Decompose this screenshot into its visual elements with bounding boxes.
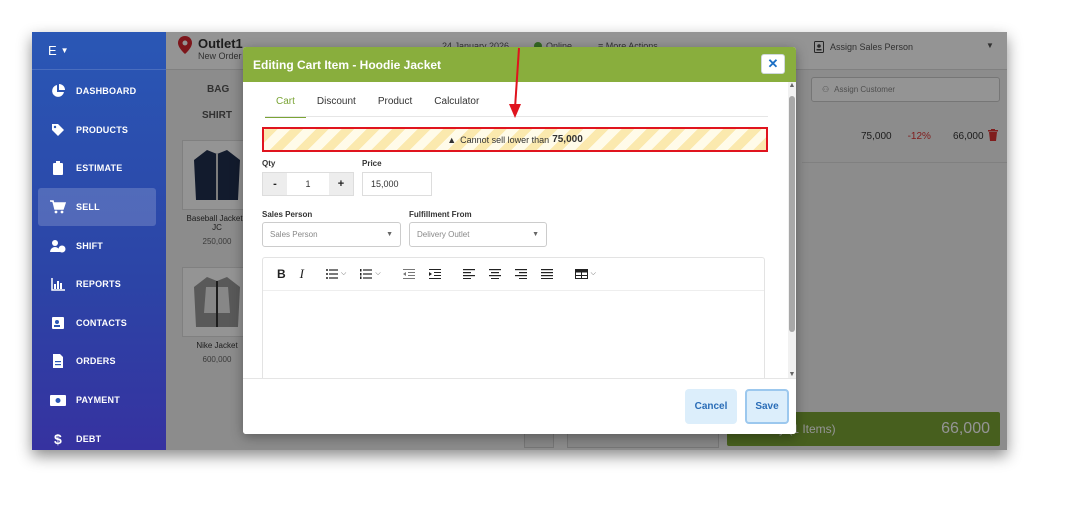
sales-person-placeholder: Sales Person xyxy=(270,230,318,239)
outdent-icon[interactable] xyxy=(402,269,415,279)
price-warning-banner: ▲ Cannot sell lower than 75,000 xyxy=(262,127,768,152)
tab-cart[interactable]: Cart xyxy=(265,92,306,118)
caret-down-icon: ▼ xyxy=(532,231,539,238)
sidebar-item-label: DASHBOARD xyxy=(76,86,137,97)
caret-down-icon: ▼ xyxy=(60,46,69,55)
sidebar-item-contacts[interactable]: CONTACTS xyxy=(32,304,166,343)
scrollbar-thumb[interactable] xyxy=(789,96,795,332)
fulfillment-select[interactable]: Delivery Outlet ▼ xyxy=(409,222,547,247)
tab-divider xyxy=(265,116,768,117)
caret-down-icon: ▼ xyxy=(386,231,393,238)
align-justify-icon[interactable] xyxy=(540,269,553,279)
price-input[interactable]: 15,000 xyxy=(362,172,432,196)
chevron-down-icon: ⌵ xyxy=(375,270,381,277)
bar-chart-icon xyxy=(50,276,66,292)
scroll-up-icon[interactable]: ▲ xyxy=(788,82,796,89)
editor-toolbar: B I ⌵ ⌵ ⌵ xyxy=(263,258,764,291)
chevron-down-icon: ⌵ xyxy=(590,270,596,277)
sidebar-item-reports[interactable]: REPORTS xyxy=(32,265,166,304)
close-button[interactable]: ✕ xyxy=(761,54,785,74)
file-icon xyxy=(50,353,66,369)
sidebar-item-payment[interactable]: PAYMENT xyxy=(32,381,166,420)
quantity-input[interactable]: 1 xyxy=(287,173,329,195)
align-left-icon[interactable] xyxy=(462,269,475,279)
pie-chart-icon xyxy=(50,83,66,99)
sidebar-item-label: CONTACTS xyxy=(76,317,127,328)
save-button[interactable]: Save xyxy=(745,389,789,424)
chevron-down-icon: ⌵ xyxy=(341,270,347,277)
cancel-button[interactable]: Cancel xyxy=(685,389,737,424)
brand-label: E xyxy=(48,43,57,58)
brand-menu[interactable]: E ▼ xyxy=(32,32,166,70)
tab-calculator[interactable]: Calculator xyxy=(423,92,490,118)
sidebar-item-label: PAYMENT xyxy=(76,395,120,406)
price-label: Price xyxy=(362,159,382,168)
sidebar-item-label: REPORTS xyxy=(76,279,121,290)
sales-person-select[interactable]: Sales Person ▼ xyxy=(262,222,401,247)
dollar-icon: $ xyxy=(54,430,62,447)
sidebar-item-debt[interactable]: $ DEBT xyxy=(32,419,166,450)
numbered-list-icon[interactable]: ⌵ xyxy=(360,269,381,279)
cart-icon xyxy=(50,199,66,215)
sidebar-item-shift[interactable]: SHIFT xyxy=(32,226,166,265)
tab-discount[interactable]: Discount xyxy=(306,92,367,118)
sidebar-item-sell[interactable]: SELL xyxy=(38,187,156,227)
close-icon: ✕ xyxy=(767,56,779,71)
sidebar-item-products[interactable]: PRODUCTS xyxy=(32,111,166,150)
sidebar-item-label: SELL xyxy=(76,202,100,213)
align-center-icon[interactable] xyxy=(488,269,501,279)
sidebar-item-label: PRODUCTS xyxy=(76,124,129,135)
sidebar-item-estimate[interactable]: ESTIMATE xyxy=(32,149,166,188)
sidebar-item-label: ESTIMATE xyxy=(76,163,123,174)
app-screenshot: E ▼ DASHBOARD PRODUCTS ESTIMATE SELL SHI… xyxy=(32,32,1007,450)
sidebar-item-orders[interactable]: ORDERS xyxy=(32,342,166,381)
align-right-icon[interactable] xyxy=(514,269,527,279)
sidebar-item-label: DEBT xyxy=(76,433,102,444)
sidebar-item-label: ORDERS xyxy=(76,356,116,367)
warning-text: Cannot sell lower than xyxy=(460,134,550,145)
address-card-icon xyxy=(50,315,66,331)
tab-bar: Cart Discount Product Calculator xyxy=(265,92,490,118)
fulfillment-label: Fulfillment From xyxy=(409,210,472,219)
rich-text-editor[interactable]: B I ⌵ ⌵ ⌵ xyxy=(262,257,765,378)
sidebar-item-dashboard[interactable]: DASHBOARD xyxy=(32,72,166,111)
bold-icon[interactable]: B xyxy=(277,267,286,281)
money-icon xyxy=(50,392,66,408)
qty-label: Qty xyxy=(262,159,276,168)
tag-icon xyxy=(50,122,66,138)
clipboard-icon xyxy=(50,160,66,176)
fulfillment-value: Delivery Outlet xyxy=(417,230,470,239)
increment-button[interactable]: + xyxy=(329,173,353,195)
tab-product[interactable]: Product xyxy=(367,92,423,118)
dialog-footer: Cancel Save xyxy=(243,378,796,434)
decrement-button[interactable]: - xyxy=(263,173,287,195)
dialog-scrollbar[interactable]: ▲ ▼ xyxy=(788,82,796,378)
dialog-title: Editing Cart Item - Hoodie Jacket xyxy=(253,57,442,72)
sidebar-item-label: SHIFT xyxy=(76,240,103,251)
table-icon[interactable]: ⌵ xyxy=(574,269,596,279)
warning-amount: 75,000 xyxy=(552,134,583,145)
warning-icon: ▲ xyxy=(447,134,457,145)
dialog-body: Cart Discount Product Calculator ▲ Canno… xyxy=(243,82,788,378)
quantity-stepper: - 1 + xyxy=(262,172,354,196)
indent-icon[interactable] xyxy=(428,269,441,279)
bulleted-list-icon[interactable]: ⌵ xyxy=(326,269,346,279)
sales-person-label: Sales Person xyxy=(262,210,313,219)
sidebar: E ▼ DASHBOARD PRODUCTS ESTIMATE SELL SHI… xyxy=(32,32,166,450)
scroll-down-icon[interactable]: ▼ xyxy=(788,371,796,378)
edit-cart-item-dialog: Editing Cart Item - Hoodie Jacket ✕ Cart… xyxy=(243,47,796,434)
dialog-header: Editing Cart Item - Hoodie Jacket ✕ xyxy=(243,47,796,82)
italic-icon[interactable]: I xyxy=(300,266,304,282)
user-clock-icon xyxy=(50,238,66,254)
